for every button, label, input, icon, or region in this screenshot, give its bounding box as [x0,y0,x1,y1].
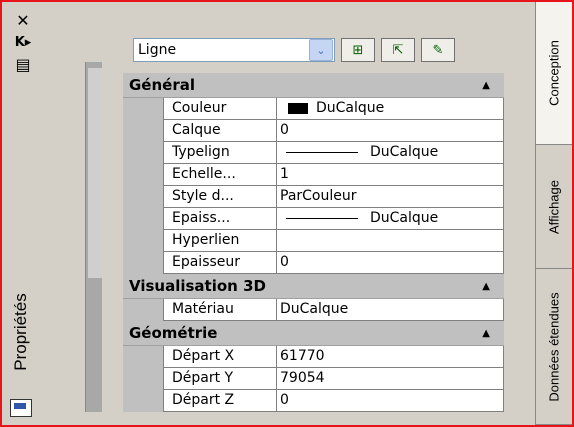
category-label: Géométrie [129,324,218,342]
row-indent [123,120,163,142]
tab-donnees-etendues[interactable]: Données étendues [536,269,572,425]
linetype-preview-icon [286,218,358,219]
property-row[interactable]: Couleur DuCalque [123,98,504,120]
row-indent [123,208,163,230]
tab-affichage[interactable]: Affichage [536,145,572,269]
category-label: Visualisation 3D [129,277,266,295]
collapse-icon[interactable]: ▲ [482,281,490,292]
property-row[interactable]: Hyperlien [123,230,504,252]
row-indent [123,142,163,164]
property-row[interactable]: Epaisseur 0 [123,252,504,274]
properties-icon [10,399,32,417]
property-value[interactable]: DuCalque [277,98,504,120]
property-value[interactable]: 0 [277,120,504,142]
select-objects-icon: ⇱ [392,42,404,58]
toggle-pickadd-button[interactable]: ⊞ [341,38,375,62]
row-indent [123,164,163,186]
object-type-select[interactable]: Ligne ⌄ [133,38,335,62]
property-value[interactable] [277,230,504,252]
property-value-text: DuCalque [280,301,349,317]
property-value-text: 0 [280,392,289,408]
palette-title: Propriétés [11,293,30,371]
property-value[interactable]: DuCalque [277,299,504,321]
property-row[interactable]: Départ X 61770 [123,346,504,368]
row-indent [123,368,163,390]
property-name: Echelle... [163,164,277,186]
properties-palette: ✕ K▸ ▤ Propriétés Ligne ⌄ ⊞ ⇱ ✎ Général ▲… [0,0,574,427]
toolbar: Ligne ⌄ ⊞ ⇱ ✎ [133,37,455,63]
property-value[interactable]: DuCalque [277,142,504,164]
property-row[interactable]: Matériau DuCalque [123,299,504,321]
chevron-down-icon[interactable]: ⌄ [309,39,333,61]
select-objects-button[interactable]: ⇱ [381,38,415,62]
property-row[interactable]: Départ Y 79054 [123,368,504,390]
property-name: Hyperlien [163,230,277,252]
linetype-preview-icon [286,152,358,153]
quick-select-icon: ✎ [432,42,444,58]
pickadd-icon: ⊞ [352,42,364,58]
property-value-text: 79054 [280,370,325,386]
property-value-text: 61770 [280,348,325,364]
category-label: Général [129,76,195,94]
menu-icon[interactable]: ▤ [10,54,36,74]
category-header[interactable]: Visualisation 3D ▲ [123,274,504,299]
property-value[interactable]: 61770 [277,346,504,368]
property-value[interactable]: 79054 [277,368,504,390]
property-value-text: 0 [280,254,289,270]
property-value[interactable]: DuCalque [277,208,504,230]
property-name: Style d... [163,186,277,208]
property-name: Couleur [163,98,277,120]
property-row[interactable]: Départ Z0 [123,390,504,412]
property-name: Départ X [163,346,277,368]
property-value[interactable]: 0 [277,390,504,412]
property-name: Epaiss... [163,208,277,230]
autohide-icon[interactable]: K▸ [10,32,36,52]
color-swatch-icon [288,103,308,114]
property-value[interactable]: ParCouleur [277,186,504,208]
collapse-icon[interactable]: ▲ [482,80,490,91]
palette-tabs: Conception Affichage Données étendues [535,2,572,425]
tab-conception[interactable]: Conception [536,2,572,145]
quick-select-button[interactable]: ✎ [421,38,455,62]
property-row[interactable]: Epaiss... DuCalque [123,208,504,230]
property-name: Départ Y [163,368,277,390]
property-value[interactable]: 0 [277,252,504,274]
palette-title-bar: ✕ K▸ ▤ Propriétés [2,2,86,425]
object-type-value: Ligne [138,42,177,58]
row-indent [123,346,163,368]
close-icon[interactable]: ✕ [10,10,36,30]
row-indent [123,230,163,252]
property-grid: Général ▲ Couleur DuCalque Calque 0 Typelign Du… [123,73,504,412]
property-name: Typelign [163,142,277,164]
row-indent [123,299,163,321]
row-indent [123,390,163,412]
property-row[interactable]: Calque 0 [123,120,504,142]
property-value-text: DuCalque [316,100,385,116]
collapse-icon[interactable]: ▲ [482,328,490,339]
property-value-text: 1 [280,166,289,182]
property-value-text: 0 [280,122,289,138]
property-value-text: ParCouleur [280,188,357,204]
row-indent [123,186,163,208]
property-row[interactable]: Style d... ParCouleur [123,186,504,208]
property-name: Départ Z [163,390,277,412]
property-value-text: DuCalque [370,210,439,226]
row-indent [123,252,163,274]
property-name: Calque [163,120,277,142]
property-name: Matériau [163,299,277,321]
property-name: Epaisseur [163,252,277,274]
category-header[interactable]: Général ▲ [123,73,504,98]
row-indent [123,98,163,120]
property-value[interactable]: 1 [277,164,504,186]
properties-content: Ligne ⌄ ⊞ ⇱ ✎ Général ▲ Couleur DuCalque Cal… [102,12,536,425]
property-row[interactable]: Typelign DuCalque [123,142,504,164]
category-header[interactable]: Géométrie ▲ [123,321,504,346]
property-value-text: DuCalque [370,144,439,160]
scrollbar-thumb[interactable] [88,68,102,278]
property-row[interactable]: Echelle... 1 [123,164,504,186]
